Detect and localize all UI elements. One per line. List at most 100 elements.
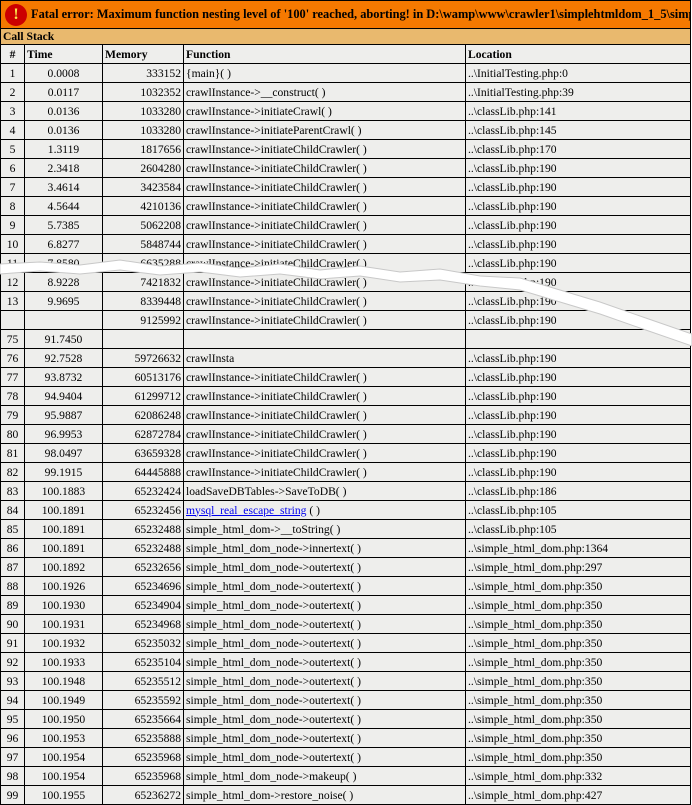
cell-memory: 1033280 — [102, 101, 184, 121]
cell-memory: 65235664 — [102, 709, 184, 729]
cell-time: 100.1932 — [24, 633, 103, 653]
cell-function: simple_html_dom->__toString( ) — [183, 519, 466, 539]
cell-num: 87 — [0, 557, 25, 577]
cell-num: 5 — [0, 139, 25, 159]
cell-memory: 9125992 — [102, 310, 184, 330]
cell-function: simple_html_dom_node->outertext( ) — [183, 671, 466, 691]
cell-location: ..\classLib.php:190 — [464, 158, 692, 178]
cell-memory: 65232656 — [102, 557, 184, 577]
cell-num: 95 — [0, 709, 25, 729]
cell-location: ..\classLib.php:190 — [464, 386, 692, 406]
cell-time: 0.0136 — [24, 101, 103, 121]
cell-memory — [102, 329, 184, 349]
table-row: 9 5.7385 5062208 crawlInstance->initiateChi… — [0, 215, 692, 235]
error-icon: ! — [5, 3, 27, 26]
cell-memory: 62872784 — [102, 424, 184, 444]
cell-memory: 65235888 — [102, 728, 184, 748]
cell-time: 100.1954 — [24, 747, 103, 767]
cell-memory: 5848744 — [102, 234, 184, 254]
cell-time: 8.9228 — [24, 272, 103, 292]
callstack-title: Call Stack — [0, 28, 692, 45]
cell-location: ..\simple_html_dom.php:350 — [464, 652, 692, 672]
cell-memory: 65232456 — [102, 500, 184, 520]
cell-memory: 4210136 — [102, 196, 184, 216]
cell-location: ..\classLib.php:190 — [464, 310, 692, 330]
cell-num: 97 — [0, 747, 25, 767]
cell-function: crawlInstance->initiateChildCrawler( ) — [183, 424, 466, 444]
cell-location: ..\classLib.php:190 — [464, 234, 692, 254]
cell-num: 94 — [0, 690, 25, 710]
cell-memory: 65232488 — [102, 519, 184, 539]
table-row: 13 9.9695 8339448 crawlInstance->initiateCh… — [0, 291, 692, 311]
table-row: 78 94.9404 61299712 crawlInstance->initiate… — [0, 386, 692, 406]
cell-function: crawlInstance->initiateChildCrawler( ) — [183, 462, 466, 482]
table-row: 10 6.8277 5848744 crawlInstance->initiateCh… — [0, 234, 692, 254]
cell-location: ..\classLib.php:190 — [464, 462, 692, 482]
cell-location: ..\simple_html_dom.php:1364 — [464, 538, 692, 558]
cell-time: 93.8732 — [24, 367, 103, 387]
cell-time: 99.1915 — [24, 462, 103, 482]
cell-function: crawlInstance->initiateChildCrawler( ) — [183, 177, 466, 197]
cell-function: crawlInstance->__construct( ) — [183, 82, 466, 102]
function-doc-link[interactable]: mysql_real_escape_string — [186, 504, 306, 517]
cell-time: 100.1948 — [24, 671, 103, 691]
table-row: 1 0.0008 333152 {main}( ) ..\InitialTesting.… — [0, 63, 692, 83]
cell-location — [464, 329, 692, 349]
cell-time: 6.8277 — [24, 234, 103, 254]
cell-location: ..\simple_html_dom.php:350 — [464, 595, 692, 615]
cell-function: crawlInsta — [183, 348, 466, 368]
function-suffix: ( ) — [306, 503, 320, 517]
table-row: 6 2.3418 2604280 crawlInstance->initiateChi… — [0, 158, 692, 178]
cell-time: 94.9404 — [24, 386, 103, 406]
cell-function: simple_html_dom_node->outertext( ) — [183, 747, 466, 767]
cell-num: 89 — [0, 595, 25, 615]
cell-function: simple_html_dom_node->outertext( ) — [183, 709, 466, 729]
cell-time: 95.9887 — [24, 405, 103, 425]
cell-num — [0, 310, 25, 330]
cell-num: 93 — [0, 671, 25, 691]
cell-num: 90 — [0, 614, 25, 634]
cell-time: 96.9953 — [24, 424, 103, 444]
cell-location: ..\classLib.php:105 — [464, 500, 692, 520]
cell-num: 78 — [0, 386, 25, 406]
cell-memory: 61299712 — [102, 386, 184, 406]
table-row: 5 1.3119 1817656 crawlInstance->initiateChi… — [0, 139, 692, 159]
cell-memory: 1817656 — [102, 139, 184, 159]
cell-location: ..\classLib.php:190 — [464, 291, 692, 311]
callstack-header-row: # Time Memory Function Location — [0, 44, 692, 64]
cell-function: loadSaveDBTables->SaveToDB( ) — [183, 481, 466, 501]
cell-memory: 1032352 — [102, 82, 184, 102]
cell-function: simple_html_dom->restore_noise( ) — [183, 785, 466, 805]
cell-function: simple_html_dom_node->outertext( ) — [183, 614, 466, 634]
cell-time: 91.7450 — [24, 329, 103, 349]
cell-memory: 62086248 — [102, 405, 184, 425]
cell-function: simple_html_dom_node->outertext( ) — [183, 633, 466, 653]
cell-function: crawlInstance->initiateChildCrawler( ) — [183, 310, 466, 330]
cell-num: 1 — [0, 63, 25, 83]
cell-time: 5.7385 — [24, 215, 103, 235]
cell-num: 98 — [0, 766, 25, 786]
cell-num: 84 — [0, 500, 25, 520]
cell-num: 9 — [0, 215, 25, 235]
cell-function: simple_html_dom_node->outertext( ) — [183, 576, 466, 596]
cell-num: 91 — [0, 633, 25, 653]
cell-memory: 2604280 — [102, 158, 184, 178]
cell-location: ..\classLib.php:186 — [464, 481, 692, 501]
callstack-title-row: Call Stack — [0, 28, 692, 45]
table-row: 4 0.0136 1033280 crawlInstance->initiatePar… — [0, 120, 692, 140]
cell-location: ..\classLib.php:190 — [464, 177, 692, 197]
callstack-rows: 1 0.0008 333152 {main}( ) ..\InitialTesting.… — [0, 63, 692, 805]
cell-num: 8 — [0, 196, 25, 216]
cell-memory: 65235104 — [102, 652, 184, 672]
cell-time: 100.1955 — [24, 785, 103, 805]
cell-function: simple_html_dom_node->outertext( ) — [183, 595, 466, 615]
cell-function: crawlInstance->initiateChildCrawler( ) — [183, 291, 466, 311]
cell-function: simple_html_dom_node->outertext( ) — [183, 652, 466, 672]
cell-location: ..\classLib.php:170 — [464, 139, 692, 159]
cell-function: crawlInstance->initiateChildCrawler( ) — [183, 215, 466, 235]
cell-time: 100.1950 — [24, 709, 103, 729]
cell-function: simple_html_dom_node->outertext( ) — [183, 728, 466, 748]
cell-time: 2.3418 — [24, 158, 103, 178]
cell-function: crawlInstance->initiateChildCrawler( ) — [183, 196, 466, 216]
cell-num: 3 — [0, 101, 25, 121]
